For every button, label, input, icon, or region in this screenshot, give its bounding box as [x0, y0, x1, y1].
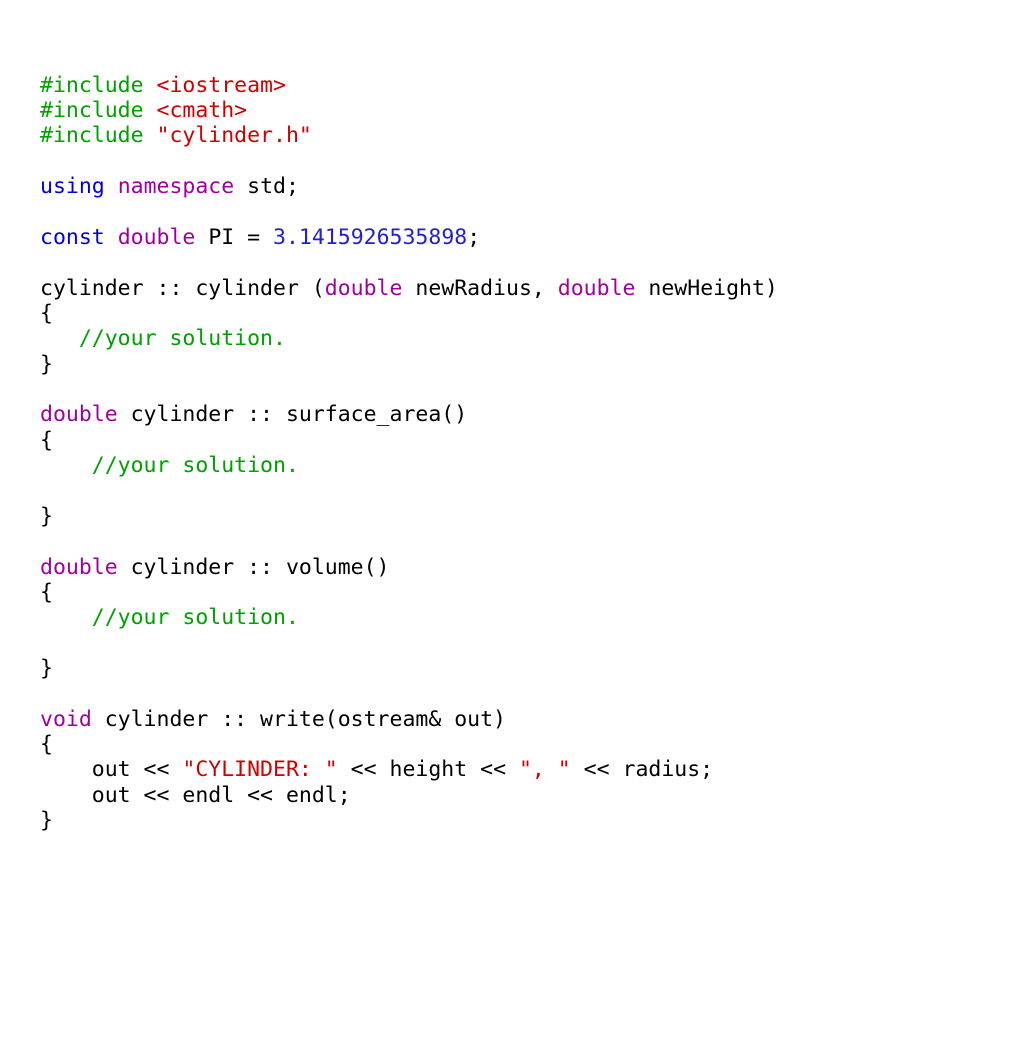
- code-line: double cylinder :: volume(): [40, 555, 390, 580]
- space: [105, 174, 118, 199]
- code-line: {: [40, 732, 53, 757]
- code-line: //your solution.: [40, 326, 286, 351]
- code-line: void cylinder :: write(ostream& out): [40, 707, 506, 732]
- code-line: }: [40, 656, 53, 681]
- code-line: //your solution.: [40, 605, 299, 630]
- identifier: std;: [247, 174, 299, 199]
- indent: [40, 453, 92, 478]
- comment: //your solution.: [92, 453, 299, 478]
- keyword-namespace: namespace: [118, 174, 235, 199]
- code-line: const double PI = 3.1415926535898;: [40, 225, 480, 250]
- code-line: out << endl << endl;: [40, 783, 351, 808]
- code-line: out << "CYLINDER: " << height << ", " <<…: [40, 757, 713, 782]
- comment: //your solution.: [92, 605, 299, 630]
- code-line: cylinder :: cylinder (double newRadius, …: [40, 276, 778, 301]
- keyword-double: double: [40, 555, 118, 580]
- code-line: double cylinder :: surface_area(): [40, 402, 467, 427]
- identifier: PI =: [208, 225, 273, 250]
- code-text: cylinder :: surface_area(): [118, 402, 468, 427]
- code-line: {: [40, 428, 53, 453]
- code-text: << height <<: [338, 757, 519, 782]
- code-text: cylinder :: cylinder (: [40, 276, 325, 301]
- string-literal: "CYLINDER: ": [182, 757, 337, 782]
- keyword-const: const: [40, 225, 105, 250]
- code-line: }: [40, 504, 53, 529]
- keyword-double: double: [40, 402, 118, 427]
- keyword-void: void: [40, 707, 92, 732]
- keyword-double: double: [558, 276, 636, 301]
- code-text: << radius;: [571, 757, 713, 782]
- indent: [40, 326, 79, 351]
- include-target: <iostream>: [157, 73, 286, 98]
- preproc-include: #include: [40, 98, 157, 123]
- space: [195, 225, 208, 250]
- keyword-double: double: [118, 225, 196, 250]
- code-text: cylinder :: volume(): [118, 555, 390, 580]
- code-line: }: [40, 808, 53, 833]
- code-line: {: [40, 580, 53, 605]
- code-text: out <<: [92, 757, 183, 782]
- comment: //your solution.: [79, 326, 286, 351]
- code-block: #include <iostream> #include <cmath> #in…: [40, 73, 975, 834]
- code-text: newHeight): [635, 276, 777, 301]
- code-text: cylinder :: write(ostream& out): [92, 707, 506, 732]
- code-text: newRadius,: [402, 276, 557, 301]
- code-text: out << endl << endl;: [92, 783, 351, 808]
- include-target: <cmath>: [157, 98, 248, 123]
- code-line: #include <cmath>: [40, 98, 247, 123]
- code-line: //your solution.: [40, 453, 299, 478]
- space: [105, 225, 118, 250]
- keyword-using: using: [40, 174, 105, 199]
- space: [234, 174, 247, 199]
- indent: [40, 757, 92, 782]
- number-literal: 3.1415926535898: [273, 225, 467, 250]
- include-target: "cylinder.h": [157, 123, 312, 148]
- code-line: #include <iostream>: [40, 73, 286, 98]
- code-line: #include "cylinder.h": [40, 123, 312, 148]
- string-literal: ", ": [519, 757, 571, 782]
- code-line: {: [40, 301, 53, 326]
- indent: [40, 783, 92, 808]
- preproc-include: #include: [40, 73, 157, 98]
- code-line: using namespace std;: [40, 174, 299, 199]
- indent: [40, 605, 92, 630]
- keyword-double: double: [325, 276, 403, 301]
- punct: ;: [467, 225, 480, 250]
- code-line: }: [40, 352, 53, 377]
- preproc-include: #include: [40, 123, 157, 148]
